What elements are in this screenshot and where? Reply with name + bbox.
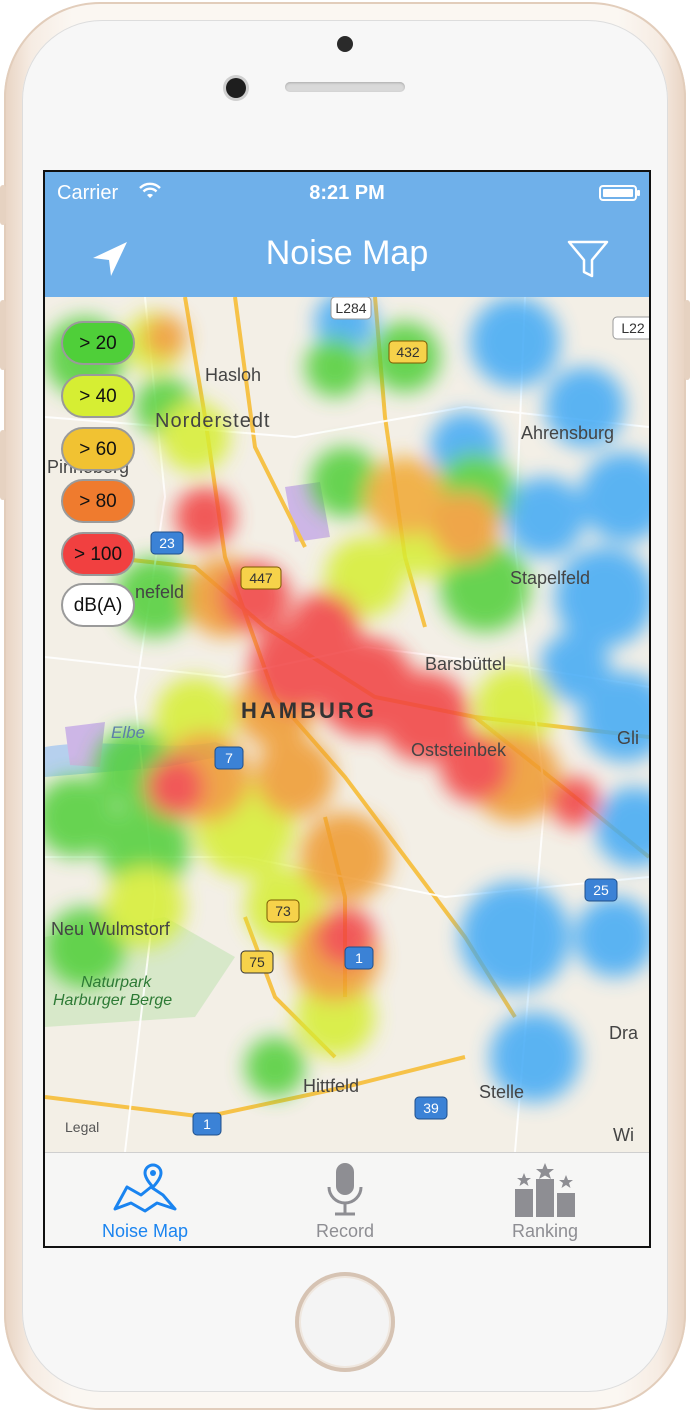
svg-text:447: 447 (249, 570, 273, 586)
place-label: Gli (617, 728, 639, 748)
legend-item-20[interactable]: > 20 (61, 321, 135, 365)
legend-label: > 80 (79, 491, 117, 512)
park-label: Harburger Berge (53, 992, 172, 1009)
tab-label: Ranking (511, 1221, 579, 1241)
filter-icon[interactable] (565, 236, 611, 287)
map-pin-icon (105, 1161, 185, 1222)
place-label: Stelle (479, 1082, 524, 1102)
road-sign: 1 (192, 1112, 222, 1136)
legend-item-40[interactable]: > 40 (61, 374, 135, 418)
map-canvas: Quickborn Hasloh Norderstedt Pinneberg n… (45, 297, 649, 1152)
tab-label: Noise Map (101, 1221, 189, 1241)
legend-label: > 60 (79, 439, 117, 460)
tab-record[interactable]: Record (245, 1153, 445, 1246)
road-sign: 75 (240, 950, 274, 974)
power-button (684, 300, 690, 380)
road-sign: L22 (612, 316, 649, 340)
road-sign: 39 (414, 1096, 448, 1120)
tab-noise-map[interactable]: Noise Map (45, 1153, 245, 1246)
place-label: Norderstedt (155, 410, 271, 432)
road-sign: 73 (266, 899, 300, 923)
svg-text:432: 432 (396, 344, 420, 360)
mute-switch (0, 185, 6, 225)
tab-bar: Noise Map Record Ranking (45, 1152, 649, 1246)
navigation-bar: Noise Map (45, 216, 649, 297)
place-label: Ahrensburg (521, 423, 614, 443)
tab-label: Record (315, 1221, 375, 1241)
svg-text:1: 1 (355, 950, 363, 966)
tab-ranking[interactable]: Ranking (445, 1153, 645, 1246)
app-screen: Quickborn Hasloh Norderstedt Pinneberg n… (43, 170, 651, 1248)
earpiece (285, 82, 405, 92)
legend-item-100[interactable]: > 100 (61, 532, 135, 576)
home-button[interactable] (295, 1272, 395, 1372)
legend-unit: dB(A) (61, 583, 135, 627)
noise-map[interactable]: Quickborn Hasloh Norderstedt Pinneberg n… (45, 297, 649, 1152)
svg-text:75: 75 (249, 954, 265, 970)
svg-text:L22: L22 (621, 320, 645, 336)
place-label: Neu Wulmstorf (51, 919, 171, 939)
park-label: Naturpark (81, 974, 152, 991)
legend-item-80[interactable]: > 80 (61, 479, 135, 523)
place-label: Hasloh (205, 365, 261, 385)
front-camera (226, 78, 246, 98)
svg-text:1: 1 (203, 1116, 211, 1132)
svg-text:23: 23 (159, 535, 175, 551)
volume-up-button (0, 300, 6, 370)
volume-down-button (0, 430, 6, 500)
svg-text:25: 25 (593, 882, 609, 898)
ranking-podium-icon (505, 1161, 585, 1226)
road-sign: 23 (150, 531, 184, 555)
status-time: 8:21 PM (309, 182, 385, 204)
status-bar: Carrier 8:21 PM (45, 172, 649, 216)
river-label: Elbe (111, 723, 145, 742)
road-sign: 1 (344, 946, 374, 970)
svg-text:7: 7 (225, 750, 233, 766)
battery-icon (599, 185, 640, 201)
city-label: HAMBURG (241, 698, 377, 723)
place-label: Oststeinbek (411, 740, 507, 760)
legend-item-60[interactable]: > 60 (61, 427, 135, 471)
road-sign: L284 (330, 297, 372, 320)
svg-text:39: 39 (423, 1100, 439, 1116)
road-sign: 7 (214, 746, 244, 770)
place-label: Dra (609, 1023, 639, 1043)
place-label: Stapelfeld (510, 568, 590, 588)
place-label: Hittfeld (303, 1076, 359, 1096)
road-sign: 432 (388, 340, 428, 364)
legend-label: > 40 (79, 386, 117, 407)
front-sensor (337, 36, 353, 52)
place-label: nefeld (135, 582, 184, 602)
legal-link[interactable]: Legal (65, 1119, 99, 1135)
legend-unit-label: dB(A) (73, 595, 123, 616)
svg-text:73: 73 (275, 903, 291, 919)
road-sign: 25 (584, 878, 618, 902)
place-label: Wi (613, 1125, 634, 1145)
place-label: Barsbüttel (425, 654, 506, 674)
page-title: Noise Map (265, 234, 429, 272)
road-sign: 447 (240, 566, 282, 590)
microphone-icon (305, 1161, 385, 1226)
legend-label: > 100 (73, 544, 123, 565)
legend-label: > 20 (79, 333, 117, 354)
svg-text:L284: L284 (335, 300, 366, 316)
